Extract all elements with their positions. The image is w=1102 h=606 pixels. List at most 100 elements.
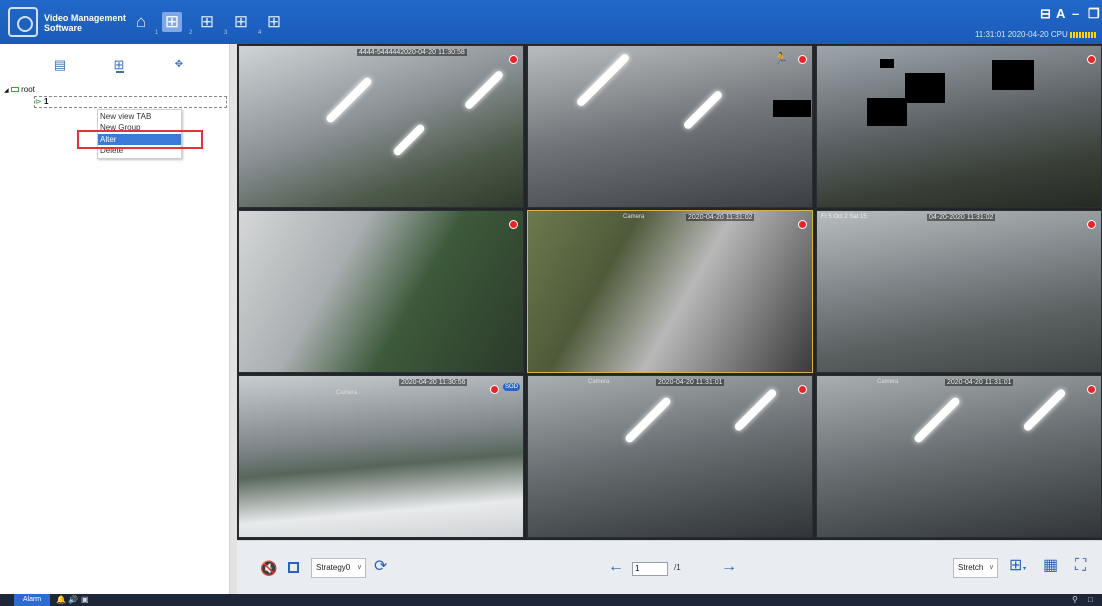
- cam5-name: Camera: [623, 214, 645, 220]
- next-page-icon[interactable]: →: [721, 558, 737, 576]
- menu-item-new-view-tab[interactable]: New view TAB: [98, 111, 181, 122]
- strategy-value: Strategy0: [316, 563, 351, 572]
- tab-number-4: 4: [258, 30, 262, 36]
- cpu-label: CPU: [1050, 30, 1068, 39]
- app-title-line1: Video Management: [44, 13, 126, 23]
- stretch-select[interactable]: Stretch ∨: [953, 558, 998, 578]
- tree-item-1[interactable]: ⊳ 1: [34, 96, 227, 108]
- panel-splitter[interactable]: [230, 44, 237, 594]
- ceiling-light: [1022, 387, 1067, 433]
- tab-number-3: 3: [224, 30, 228, 36]
- minimize-button[interactable]: –: [1072, 6, 1079, 21]
- view-tab-2-icon[interactable]: ⊞: [197, 12, 217, 32]
- chevron-down-icon: ∨: [988, 564, 994, 571]
- video-grid: 4444-5444442020-04-20 11:30:58 🏃 Camera …: [237, 44, 1102, 540]
- view-tab-4-icon[interactable]: ⊞: [264, 12, 284, 32]
- motion-alert-icon: 🏃: [774, 53, 788, 65]
- page-input[interactable]: 1: [632, 562, 668, 576]
- alarm-button[interactable]: Alarm: [14, 594, 50, 606]
- fullscreen-icon[interactable]: ⛶: [1075, 557, 1086, 575]
- window-icon[interactable]: □: [1088, 594, 1093, 606]
- stop-all-icon[interactable]: [288, 562, 299, 573]
- status-bar: 11:31:01 2020-04-20 CPU: [975, 30, 1096, 39]
- record-indicator: [1087, 55, 1096, 64]
- tree-root-label: root: [21, 85, 35, 94]
- video-cell-8[interactable]: Camera 2020-04-20 11:31:01: [527, 375, 813, 538]
- tab-number-1: 1: [155, 30, 159, 36]
- mute-icon[interactable]: 🔇: [260, 559, 277, 577]
- cam9-timestamp: 2020-04-20 11:31:01: [945, 379, 1014, 386]
- page-total: /1: [674, 563, 681, 572]
- video-cell-6[interactable]: Fr 5 Oct 2 Sat 15 04-20-2020 11:31:02: [816, 210, 1102, 373]
- record-indicator: [798, 385, 807, 394]
- app-title: Video Management Software: [44, 13, 126, 33]
- home-icon[interactable]: ⌂: [131, 12, 151, 32]
- ceiling-light: [575, 52, 631, 108]
- record-indicator: [798, 55, 807, 64]
- view-tab-1-icon[interactable]: ⊞: [162, 12, 182, 32]
- cam6-timestamp: 04-20-2020 11:31:02: [927, 214, 996, 221]
- record-indicator: [509, 220, 518, 229]
- ptz-icon[interactable]: ✥: [172, 58, 186, 72]
- video-cell-5[interactable]: Camera 2020-04-20 11:31:02: [527, 210, 813, 373]
- dropdown-arrow-icon[interactable]: ▾: [1023, 565, 1026, 572]
- video-cell-4[interactable]: [238, 210, 524, 373]
- speaker-icon[interactable]: 🔊: [68, 594, 78, 606]
- privacy-mask: [992, 60, 1034, 90]
- user-icon[interactable]: A: [1056, 6, 1065, 21]
- cam8-name: Camera: [588, 379, 610, 385]
- log-icon[interactable]: ▣: [81, 594, 89, 606]
- ceiling-light: [682, 89, 724, 131]
- record-indicator: [490, 385, 499, 394]
- expand-arrow-icon[interactable]: ◢: [4, 88, 9, 94]
- alarm-bell-icon[interactable]: 🔔: [56, 594, 66, 606]
- privacy-mask: [773, 100, 811, 117]
- ceiling-light: [392, 123, 426, 157]
- bottom-toolbar: 🔇 Strategy0 ∨ ⟳ ← 1 /1 → Stretch ∨ ⊞ ▾ ▦…: [237, 540, 1102, 594]
- ceiling-light: [733, 387, 778, 433]
- chevron-down-icon: ∨: [356, 564, 362, 571]
- cam9-name: Camera: [877, 379, 899, 385]
- view-tab-3-icon[interactable]: ⊞: [231, 12, 251, 32]
- cam7-name: Camera: [336, 390, 358, 396]
- prev-page-icon[interactable]: ←: [608, 558, 624, 576]
- video-cell-7[interactable]: Camera 2020-04-20 11:30:56 SOD: [238, 375, 524, 538]
- cam8-timestamp: 2020-04-20 11:31:01: [656, 379, 725, 386]
- clock-text: 11:31:01 2020-04-20: [974, 30, 1049, 39]
- save-layout-icon[interactable]: ▦: [1043, 557, 1058, 575]
- ceiling-light: [912, 395, 962, 445]
- pin-icon[interactable]: ⚲: [1072, 594, 1078, 606]
- cam1-timestamp: 4444-5444442020-04-20 11:30:58: [357, 49, 467, 56]
- video-cell-1[interactable]: 4444-5444442020-04-20 11:30:58: [238, 45, 524, 208]
- cam5-timestamp: 2020-04-20 11:31:02: [686, 214, 755, 221]
- privacy-mask: [867, 98, 907, 126]
- app-logo-icon: [8, 7, 38, 37]
- video-cell-3[interactable]: [816, 45, 1102, 208]
- ceiling-light: [324, 75, 374, 125]
- video-cell-2[interactable]: 🏃: [527, 45, 813, 208]
- app-title-line2: Software: [44, 23, 83, 33]
- privacy-mask: [905, 73, 945, 103]
- tree-item-label: 1: [43, 97, 49, 106]
- video-cell-9[interactable]: Camera 2020-04-20 11:31:01: [816, 375, 1102, 538]
- layout-grid-icon[interactable]: ⊞: [1009, 557, 1022, 575]
- tree-root[interactable]: ◢ root: [4, 85, 35, 94]
- cycle-play-icon[interactable]: ⟳: [374, 558, 387, 576]
- sod-badge: SOD: [502, 383, 520, 391]
- strategy-select[interactable]: Strategy0 ∨: [311, 558, 366, 578]
- privacy-mask: [880, 59, 894, 68]
- cpu-meter: [1070, 31, 1096, 38]
- view-grid-icon[interactable]: ⊞: [112, 58, 126, 72]
- root-folder-icon: [10, 87, 19, 93]
- taskbar: [0, 594, 1102, 606]
- ceiling-light: [463, 69, 505, 111]
- record-indicator: [509, 55, 518, 64]
- view-item-icon: ⊳: [35, 97, 42, 106]
- device-list-icon[interactable]: ▤: [53, 58, 67, 72]
- screen-icon[interactable]: ⊟: [1040, 6, 1051, 22]
- restore-button[interactable]: ❐: [1088, 6, 1100, 22]
- cam6-name: Fr 5 Oct 2 Sat 15: [821, 214, 867, 220]
- record-indicator: [1087, 220, 1096, 229]
- cam7-timestamp: 2020-04-20 11:30:56: [399, 379, 468, 386]
- active-tab-indicator: [116, 71, 124, 73]
